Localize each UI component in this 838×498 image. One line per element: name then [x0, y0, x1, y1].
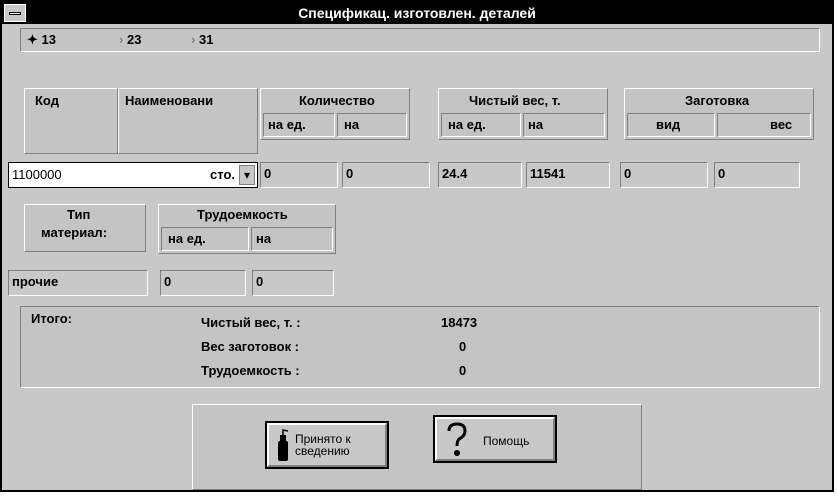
header-labor-label: Трудоемкость	[197, 207, 288, 222]
fire-extinguisher-icon	[278, 429, 289, 461]
header-quantity: Количество на ед. на	[260, 88, 410, 140]
header-quantity-per-unit: на ед.	[263, 113, 335, 137]
header-material-type-line1: Тип	[67, 207, 91, 222]
tab-strip: ✦ 13 › 23 › 31	[20, 28, 820, 52]
help-button-label: Помощь	[483, 434, 530, 448]
qty-total-field[interactable]: 0	[342, 162, 430, 188]
selected-diamond-icon: ✦	[27, 32, 38, 47]
window-title: Спецификац. изготовлен. деталей	[298, 5, 536, 21]
tab-23[interactable]: › 23	[119, 31, 141, 49]
header-labor-total: на	[251, 227, 333, 251]
header-quantity-label: Количество	[299, 93, 375, 108]
header-blank: Заготовка вид вес	[624, 88, 814, 140]
header-material-type: Тип материал:	[24, 204, 146, 252]
header-material-type-line2: материал:	[41, 225, 108, 240]
code-combobox[interactable]: 1100000 сто. ▾	[8, 162, 258, 188]
spec-window: Спецификац. изготовлен. деталей ✦ 13 › 2…	[0, 0, 834, 492]
header-blank-type: вид	[627, 113, 715, 137]
totals-net-weight-label: Чистый вес, т. :	[201, 315, 301, 330]
header-quantity-total: на	[337, 113, 407, 137]
weight-per-unit-field[interactable]: 24.4	[438, 162, 522, 188]
accept-button[interactable]: Принято к сведению	[265, 421, 389, 469]
header-code: Код	[24, 88, 118, 154]
totals-blank-weight-label: Вес заготовок :	[201, 339, 300, 354]
header-net-weight-label: Чистый вес, т.	[469, 93, 561, 108]
help-button[interactable]: Помощь	[433, 415, 557, 463]
blank-type-field[interactable]: 0	[620, 162, 708, 188]
totals-label: Итого:	[31, 311, 72, 326]
header-code-label: Код	[35, 93, 59, 108]
header-name-label: Наименовани	[125, 93, 214, 108]
button-panel: Принято к сведению Помощь	[192, 404, 642, 490]
tab-31[interactable]: › 31	[191, 31, 213, 49]
header-net-weight: Чистый вес, т. на ед. на	[438, 88, 608, 140]
system-menu-icon	[9, 12, 21, 15]
blank-weight-field[interactable]: 0	[714, 162, 800, 188]
dropdown-arrow-icon[interactable]: ▾	[239, 165, 255, 185]
totals-labor-label: Трудоемкость :	[201, 363, 300, 378]
header-net-weight-total: на	[523, 113, 605, 137]
question-mark-icon	[447, 422, 467, 456]
header-blank-weight: вес	[717, 113, 811, 137]
accept-button-line2: сведению	[295, 444, 350, 458]
material-field[interactable]: прочие	[8, 270, 148, 296]
code-tail: сто.	[210, 167, 235, 182]
tab-13[interactable]: ✦ 13	[27, 31, 56, 49]
labor-total-field[interactable]: 0	[252, 270, 334, 296]
qty-per-unit-field[interactable]: 0	[260, 162, 338, 188]
header-labor: Трудоемкость на ед. на	[158, 204, 336, 254]
header-net-weight-per-unit: на ед.	[441, 113, 521, 137]
labor-per-unit-field[interactable]: 0	[160, 270, 246, 296]
totals-net-weight-value: 18473	[441, 315, 478, 330]
chevron-right-icon: ›	[119, 32, 124, 47]
code-value: 1100000	[12, 167, 62, 182]
totals-panel: Итого: Чистый вес, т. : 18473 Вес загото…	[20, 306, 820, 388]
totals-blank-weight-value: 0	[459, 339, 467, 354]
totals-labor-value: 0	[459, 363, 467, 378]
weight-total-field[interactable]: 11541	[526, 162, 610, 188]
header-blank-label: Заготовка	[685, 93, 750, 108]
title-bar: Спецификац. изготовлен. деталей	[2, 2, 832, 24]
system-menu-button[interactable]	[4, 4, 26, 22]
header-name: Наименовани	[118, 88, 258, 154]
header-labor-per-unit: на ед.	[161, 227, 249, 251]
chevron-right-icon: ›	[191, 32, 196, 47]
